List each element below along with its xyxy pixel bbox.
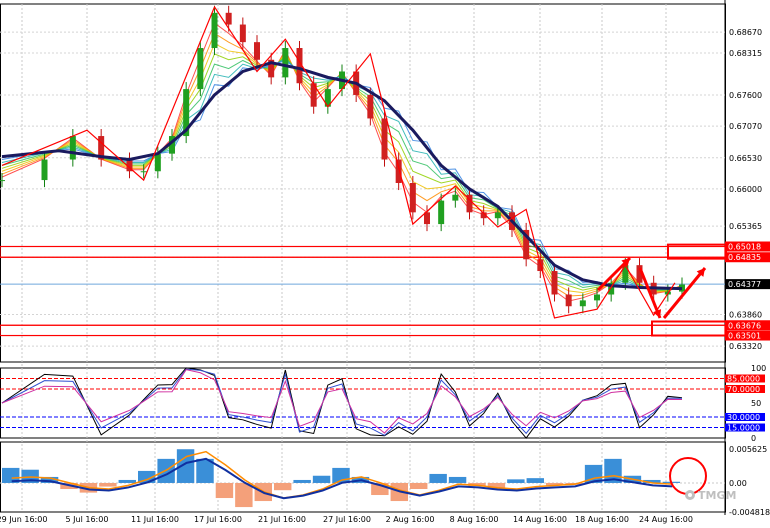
price-level-label: 0.65018 [728,243,761,252]
macd-panel [0,449,725,508]
price-tick-label: 0.67070 [729,122,762,131]
macd-histogram-bar [293,479,311,483]
price-frame [0,3,726,363]
x-tick-label: 11 Jul 16:00 [131,515,179,524]
x-tick-label: 2 Aug 16:00 [386,515,435,524]
macd-histogram-bar [274,482,292,491]
x-tick-label: 29 Jun 16:00 [0,515,47,524]
rsi-level-label: 15.0000 [727,424,760,433]
candle-body [154,153,161,172]
candle-body [565,294,572,307]
candle-body [594,294,600,301]
candle-body [367,94,374,119]
macd-histogram-bar [215,482,234,499]
price-tick-label: 0.67600 [729,91,762,100]
chart-canvas: 29 Jun 16:00 5 Jul 16:00 11 Jul 16:00 17 Ju… [0,0,770,524]
price-tick-label: 0.68315 [729,49,762,58]
x-tick-label: 14 Aug 16:00 [513,515,567,524]
candle-body [282,48,289,78]
candle-body [438,200,445,225]
watermark-text: TMGM [698,489,736,502]
macd-tick-label: 0.005625 [729,445,767,454]
price-tick-label: 0.63860 [729,310,762,319]
candle-body [424,212,430,225]
macd-histogram-bar [118,479,136,483]
rsi-tick-label: 50 [751,399,761,408]
candle-body [140,171,147,173]
x-tick-label: 5 Jul 16:00 [66,515,109,524]
candle-body [211,12,218,49]
candle-body [452,194,459,201]
price-tick-label: 0.66530 [729,154,762,163]
candle-body [395,159,402,183]
macd-tick-label: 0.00 [729,479,747,488]
rsi-tick-label: 100 [751,364,766,373]
x-tick-label: 17 Jul 16:00 [194,515,242,524]
candle-body [551,271,558,295]
price-level-label: 0.64835 [728,253,761,262]
rsi-panel [0,367,725,439]
x-tick-label: 18 Aug 16:00 [575,515,629,524]
candle-body [409,183,416,213]
rsi-tick-label: 0 [751,434,756,443]
price-level-label: 0.63501 [728,332,761,341]
macd-histogram-bar [429,473,447,483]
rsi-level-label: 70.0000 [727,385,760,394]
price-tick-label: 0.68670 [729,28,762,37]
support-zone [0,324,726,337]
price-tick-label: 0.63320 [729,342,762,351]
candle-body [381,118,388,160]
macd-histogram-bar [526,478,544,483]
x-tick-label: 24 Aug 16:00 [639,515,693,524]
candle-body [41,159,48,181]
candle-body [0,180,5,182]
rsi-level-label: 30.0000 [727,413,760,422]
zigzag-line [1,5,676,319]
price-tick-label: 0.66000 [729,185,762,194]
candle-body [494,212,501,219]
x-tick-label: 21 Jul 16:00 [258,515,306,524]
macd-histogram-bar [507,479,525,483]
tmgm-logo: TMGM [685,489,736,502]
macd-histogram-bar [410,482,428,489]
moving-average-line [1,61,683,291]
price-tick-label: 0.65365 [729,222,762,231]
rsi-level-label: 85.0000 [727,375,760,384]
candle-body [225,12,232,25]
candle-body [239,24,246,43]
macd-tick-label: -0.0048185 [729,508,770,517]
candle-body [69,136,76,160]
candle-body [254,42,260,60]
price-level-label: 0.63676 [728,321,761,330]
resistance-zone [0,245,726,258]
x-tick-label: 27 Jul 16:00 [323,515,371,524]
candle-body [197,48,204,90]
x-tick-label: 8 Aug 16:00 [450,515,499,524]
candle-body [579,300,586,307]
macd-histogram-bar [448,476,467,483]
macd-histogram-bar [312,475,331,483]
support-highlight [651,320,727,337]
current-price-label: 0.64377 [728,280,761,289]
price-panel [0,5,727,337]
macd-histogram-bar [99,482,117,487]
